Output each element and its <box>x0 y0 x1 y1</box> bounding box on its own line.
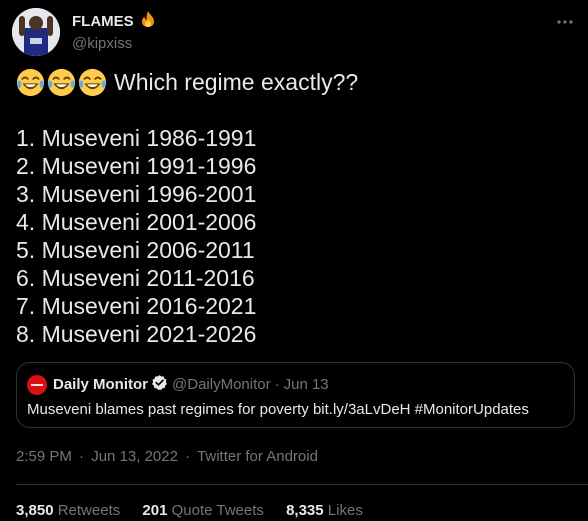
quoted-tweet-text: Museveni blames past regimes for poverty… <box>27 401 529 418</box>
tweet-text: Which regime exactly?? 1. Museveni 1986-… <box>16 64 358 348</box>
divider <box>16 484 588 485</box>
fire-icon <box>140 10 156 33</box>
quoted-meta-separator: · <box>274 376 280 393</box>
laughing-tears-emoji-icon <box>47 68 76 96</box>
meta-separator: · <box>185 448 191 465</box>
list-item: 2. Museveni 1991-1996 <box>16 153 257 179</box>
quoted-handle[interactable]: @DailyMonitor <box>172 376 271 394</box>
meta-separator: · <box>79 448 85 465</box>
quoted-tweet-header: Daily Monitor @DailyMonitor · Jun 13 <box>27 374 329 396</box>
engagement-stats: 3,850 Retweets 201 Quote Tweets 8,335 Li… <box>16 502 381 520</box>
author-name-row: FLAMES <box>72 10 156 33</box>
author-avatar[interactable] <box>12 8 60 56</box>
list-item: 6. Museveni 2011-2016 <box>16 265 255 291</box>
laughing-tears-emoji-icon <box>78 68 107 96</box>
tweet-metadata: 2:59 PM · Jun 13, 2022 · Twitter for And… <box>16 448 318 466</box>
list-item: 3. Museveni 1996-2001 <box>16 181 257 207</box>
likes-label: Likes <box>327 502 363 519</box>
author-info: FLAMES @kipxiss <box>72 10 156 54</box>
quoted-date[interactable]: Jun 13 <box>284 376 329 394</box>
tweet-date[interactable]: Jun 13, 2022 <box>91 448 178 465</box>
author-handle[interactable]: @kipxiss <box>72 34 156 54</box>
quote-tweets-label: Quote Tweets <box>171 502 264 519</box>
quoted-tweet-card[interactable]: Daily Monitor @DailyMonitor · Jun 13 Mus… <box>16 362 575 428</box>
list-item: 7. Museveni 2016-2021 <box>16 293 257 319</box>
tweet-headline-row: Which regime exactly?? <box>16 64 358 100</box>
more-options-icon[interactable] <box>556 12 574 30</box>
list-item: 1. Museveni 1986-1991 <box>16 125 257 151</box>
tweet-source[interactable]: Twitter for Android <box>197 448 318 465</box>
likes-stat[interactable]: 8,335 Likes <box>286 502 363 519</box>
avatar-image <box>12 8 60 56</box>
tweet-time[interactable]: 2:59 PM <box>16 448 72 465</box>
likes-count: 8,335 <box>286 502 324 519</box>
retweets-label: Retweets <box>57 502 121 519</box>
retweets-count: 3,850 <box>16 502 54 519</box>
quote-tweets-stat[interactable]: 201 Quote Tweets <box>142 502 268 519</box>
list-item: 5. Museveni 2006-2011 <box>16 237 255 263</box>
retweets-stat[interactable]: 3,850 Retweets <box>16 502 124 519</box>
quote-tweets-count: 201 <box>142 502 168 519</box>
verified-badge-icon <box>151 374 168 396</box>
laughing-tears-emoji-icon <box>16 68 45 96</box>
list-item: 4. Museveni 2001-2006 <box>16 209 257 235</box>
tweet-headline: Which regime exactly?? <box>114 69 359 95</box>
author-display-name[interactable]: FLAMES <box>72 13 134 30</box>
quoted-display-name[interactable]: Daily Monitor <box>53 376 148 394</box>
list-item: 8. Museveni 2021-2026 <box>16 321 257 347</box>
regime-list: 1. Museveni 1986-1991 2. Museveni 1991-1… <box>16 124 358 348</box>
daily-monitor-logo-icon <box>27 375 47 395</box>
